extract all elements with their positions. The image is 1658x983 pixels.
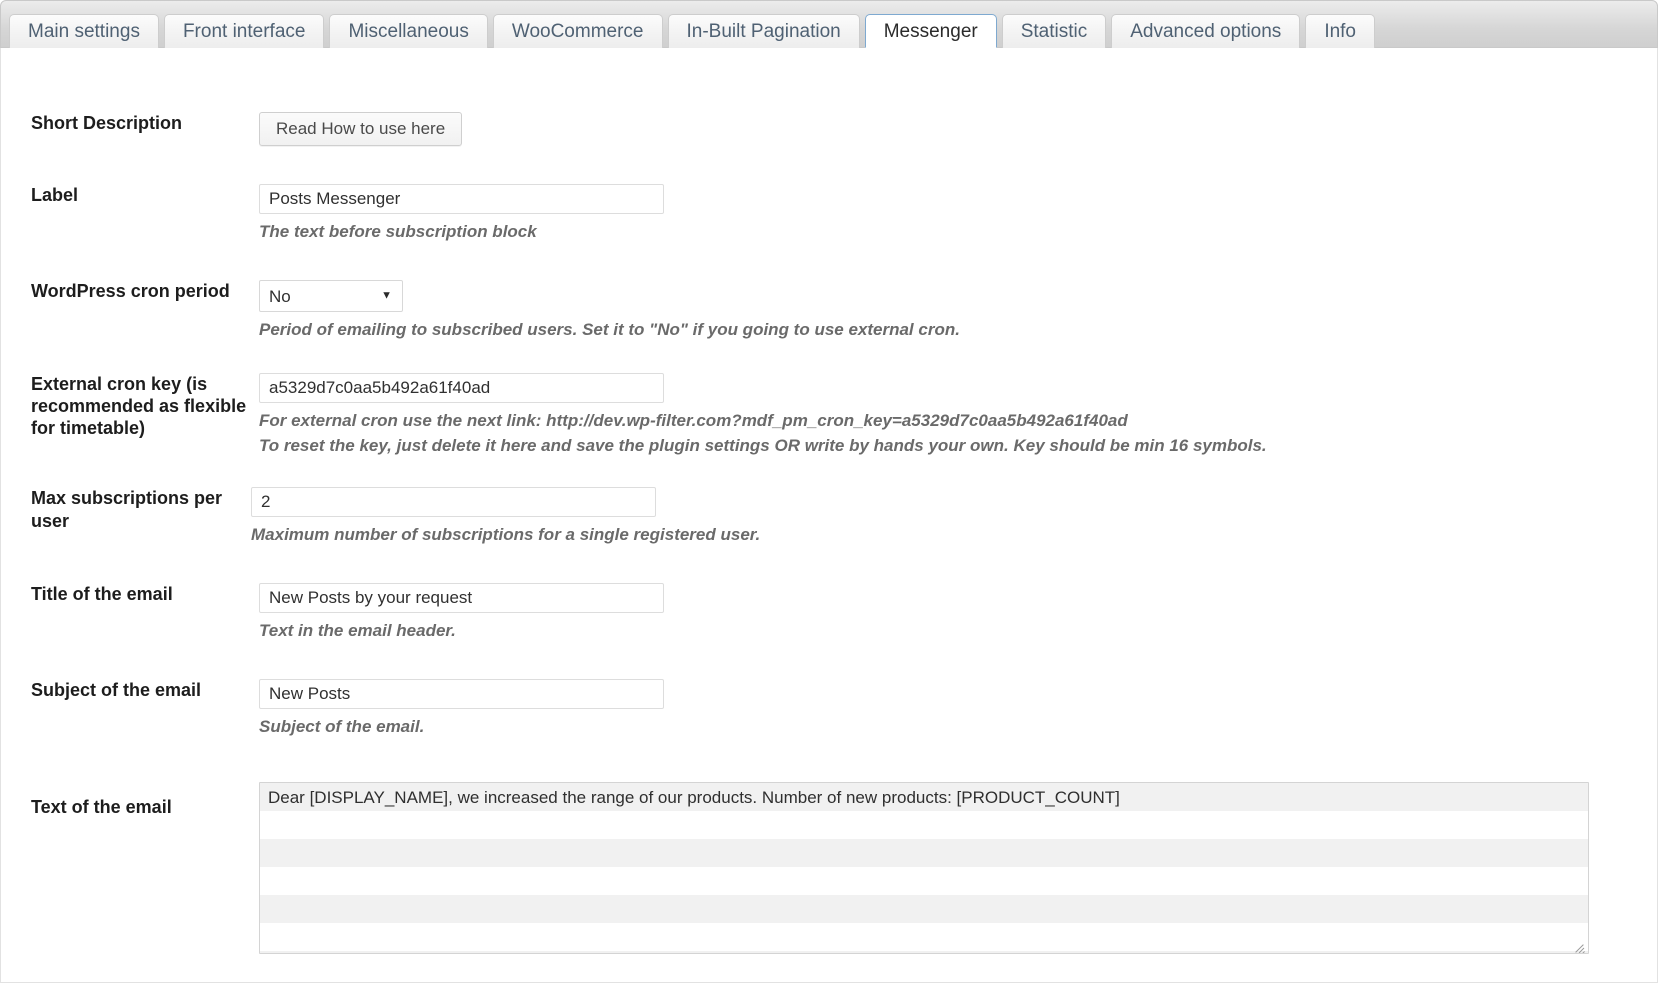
tab-miscellaneous[interactable]: Miscellaneous xyxy=(329,14,488,48)
email-text-textarea[interactable]: Dear [DISPLAY_NAME], we increased the ra… xyxy=(259,782,1589,954)
field-row-cron-period: WordPress cron period No ▼ Period of ema… xyxy=(1,280,1657,341)
tab-woocommerce[interactable]: WooCommerce xyxy=(492,14,663,48)
email-text-value: Dear [DISPLAY_NAME], we increased the ra… xyxy=(268,788,1120,807)
messenger-settings-form: Short Description Read How to use here L… xyxy=(1,48,1657,954)
email-text-field: Dear [DISPLAY_NAME], we increased the ra… xyxy=(259,782,1657,954)
field-row-cron-key: External cron key (is recommended as fle… xyxy=(1,373,1657,457)
field-row-short-description: Short Description Read How to use here xyxy=(1,112,1657,146)
tab-messenger[interactable]: Messenger xyxy=(864,14,997,48)
settings-tab-bar: Main settings Front interface Miscellane… xyxy=(0,0,1658,48)
field-row-label: Label The text before subscription block xyxy=(1,184,1657,243)
cron-period-select[interactable]: No xyxy=(259,280,403,312)
cron-period-description: Period of emailing to subscribed users. … xyxy=(259,320,960,339)
field-row-email-text: Text of the email Dear [DISPLAY_NAME], w… xyxy=(1,782,1657,954)
cron-key-field: For external cron use the next link: htt… xyxy=(259,373,1657,457)
max-subscriptions-label: Max subscriptions per user xyxy=(31,488,223,531)
tab-front-interface[interactable]: Front interface xyxy=(163,14,325,48)
messenger-settings-panel: Short Description Read How to use here L… xyxy=(0,48,1658,983)
tab-statistic[interactable]: Statistic xyxy=(1001,14,1107,48)
cron-key-description-line-2: To reset the key, just delete it here an… xyxy=(259,436,1267,455)
email-title-description: Text in the email header. xyxy=(259,621,456,640)
label-description: The text before subscription block xyxy=(259,222,537,241)
field-row-email-title: Title of the email Text in the email hea… xyxy=(1,583,1657,642)
cron-key-input[interactable] xyxy=(259,373,664,403)
short-description-field: Read How to use here xyxy=(259,112,1657,146)
tab-in-built-pagination[interactable]: In-Built Pagination xyxy=(667,14,860,48)
tab-advanced-options[interactable]: Advanced options xyxy=(1111,14,1301,48)
max-subscriptions-description: Maximum number of subscriptions for a si… xyxy=(251,525,761,544)
cron-period-label: WordPress cron period xyxy=(31,281,230,301)
cron-key-label: External cron key (is recommended as fle… xyxy=(31,374,247,438)
field-row-max-subscriptions: Max subscriptions per user Maximum numbe… xyxy=(1,487,1657,546)
settings-page: Main settings Front interface Miscellane… xyxy=(0,0,1658,983)
cron-period-field: No ▼ Period of emailing to subscribed us… xyxy=(259,280,1657,341)
email-subject-field: Subject of the email. xyxy=(259,679,1657,738)
read-how-to-use-button[interactable]: Read How to use here xyxy=(259,112,463,146)
resize-handle-icon[interactable] xyxy=(1572,938,1586,953)
short-description-label: Short Description xyxy=(31,113,183,133)
email-text-label: Text of the email xyxy=(31,797,172,817)
max-subscriptions-input[interactable] xyxy=(251,487,656,517)
email-title-field: Text in the email header. xyxy=(259,583,1657,642)
tab-info[interactable]: Info xyxy=(1305,14,1376,48)
cron-key-description-line-1: For external cron use the next link: htt… xyxy=(259,411,1128,430)
tab-main-settings[interactable]: Main settings xyxy=(9,14,159,48)
email-subject-description: Subject of the email. xyxy=(259,717,425,736)
cron-period-select-wrap: No ▼ xyxy=(259,280,403,312)
email-title-input[interactable] xyxy=(259,583,664,613)
label-field: The text before subscription block xyxy=(259,184,1657,243)
email-title-label: Title of the email xyxy=(31,584,173,604)
max-subscriptions-field: Maximum number of subscriptions for a si… xyxy=(251,487,1657,546)
field-row-email-subject: Subject of the email Subject of the emai… xyxy=(1,679,1657,738)
email-subject-input[interactable] xyxy=(259,679,664,709)
email-subject-label: Subject of the email xyxy=(31,680,202,700)
label-label: Label xyxy=(31,185,79,205)
label-input[interactable] xyxy=(259,184,664,214)
